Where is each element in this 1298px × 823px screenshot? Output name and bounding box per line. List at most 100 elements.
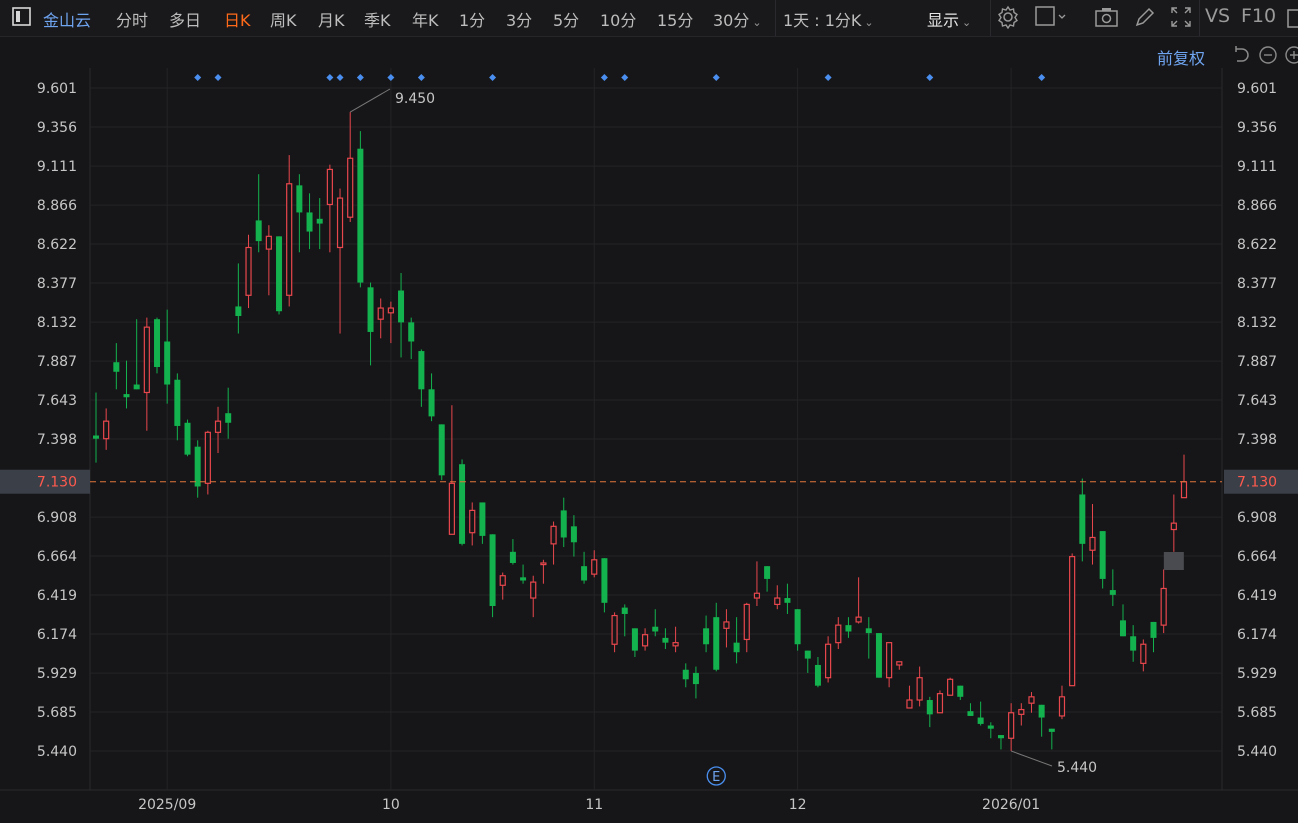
min-label-leader [1010,750,1053,767]
candle-up [1180,454,1188,499]
candle-body [123,394,130,398]
candle-down [652,609,659,637]
candle-down [255,174,262,253]
x-tick-label: 10 [382,797,400,813]
candle-body [1069,556,1076,687]
candle-body [621,607,628,614]
candle-body [977,717,984,724]
y-tick-label-right: 5.440 [1237,744,1277,760]
candle-body [794,609,801,645]
candle-up [1170,494,1177,552]
event-marker-icon[interactable] [1038,74,1046,81]
candle-body [316,218,323,224]
event-marker-icon[interactable] [356,74,364,81]
candle-down [621,604,628,637]
y-tick-label-right: 9.601 [1237,81,1277,97]
candle-body [641,634,649,647]
candle-body [601,558,608,603]
candle-up [143,317,150,431]
event-marker-icon[interactable] [489,74,497,81]
candle-down [133,319,140,390]
candle-up [641,628,649,651]
candle-body [194,446,201,487]
candle-down [438,424,445,481]
event-marker-icon[interactable] [326,74,334,81]
candlestick-chart[interactable]: 9.601 9.356 9.111 8.866 8.622 8.377 8.132 7.887… [0,0,1298,823]
candle-body [255,220,262,242]
event-marker-icon[interactable] [824,74,832,81]
candle-down [977,701,984,726]
candle-down [997,735,1004,750]
event-marker-icon[interactable] [712,74,720,81]
candle-body [875,633,882,678]
candle-down [692,666,699,699]
y-tick-label-right: 6.174 [1237,627,1277,643]
candle-body [306,212,313,232]
candle-up [855,577,862,624]
candle-body [1089,536,1096,551]
candle-body [845,625,852,632]
candle-up [835,617,842,650]
candle-down [581,551,588,584]
candle-body [418,351,425,390]
candle-body [103,420,110,440]
candle-down [1048,728,1055,750]
candle-down [804,650,811,673]
candle-body [631,628,638,651]
candle-down [174,373,181,441]
candle-body [652,626,659,632]
candle-body [997,735,1004,739]
event-marker-icon[interactable] [621,74,629,81]
candle-down [631,628,638,657]
candle-up [774,585,781,610]
event-marker-icon[interactable] [417,74,425,81]
max-label-leader [349,88,391,113]
event-marker-icon[interactable] [214,74,222,81]
candle-down [764,566,771,592]
candle-body [143,326,150,394]
candle-body [265,235,272,250]
candle-body [906,699,913,709]
candle-up [896,661,903,670]
max-price-label: 9.450 [395,91,435,107]
candle-up [906,685,913,709]
event-marker-icon[interactable] [926,74,934,81]
candle-body [1119,620,1126,637]
candle-body [713,617,720,670]
min-price-label: 5.440 [1057,760,1097,776]
x-tick-label: 2025/09 [138,797,196,813]
y-tick-label-right: 9.356 [1237,120,1277,136]
y-tick-label-left: 5.685 [37,705,77,721]
event-marker-icon[interactable] [336,74,344,81]
x-tick-label: 11 [585,797,603,813]
candle-body [1130,636,1137,651]
candle-up [204,430,211,495]
candle-up [1058,685,1066,720]
candle-body [764,566,771,579]
y-tick-label-left: 8.622 [37,237,77,253]
event-marker-icon[interactable] [194,74,202,81]
candle-body [703,628,710,645]
candle-body [784,598,791,603]
candle-body [398,290,405,323]
event-marker-icon[interactable] [600,74,608,81]
candle-down [154,317,161,374]
candle-up [723,609,730,648]
candle-body [550,525,557,545]
candle-body [591,559,598,575]
candle-up [1140,639,1147,672]
event-marker-icon[interactable] [387,74,395,81]
candle-body [540,562,547,566]
candle-body [1160,587,1167,626]
candle-body [469,509,476,534]
y-tick-label-left: 7.398 [37,432,77,448]
candle-down [489,534,496,618]
candle-down [479,502,486,544]
candle-body [184,422,191,455]
candle-body [560,510,567,538]
y-tick-label-right: 8.132 [1237,315,1277,331]
earnings-marker-label: E [712,770,720,785]
candle-down [398,272,405,358]
candle-body [957,685,964,697]
candle-body [1079,494,1086,544]
